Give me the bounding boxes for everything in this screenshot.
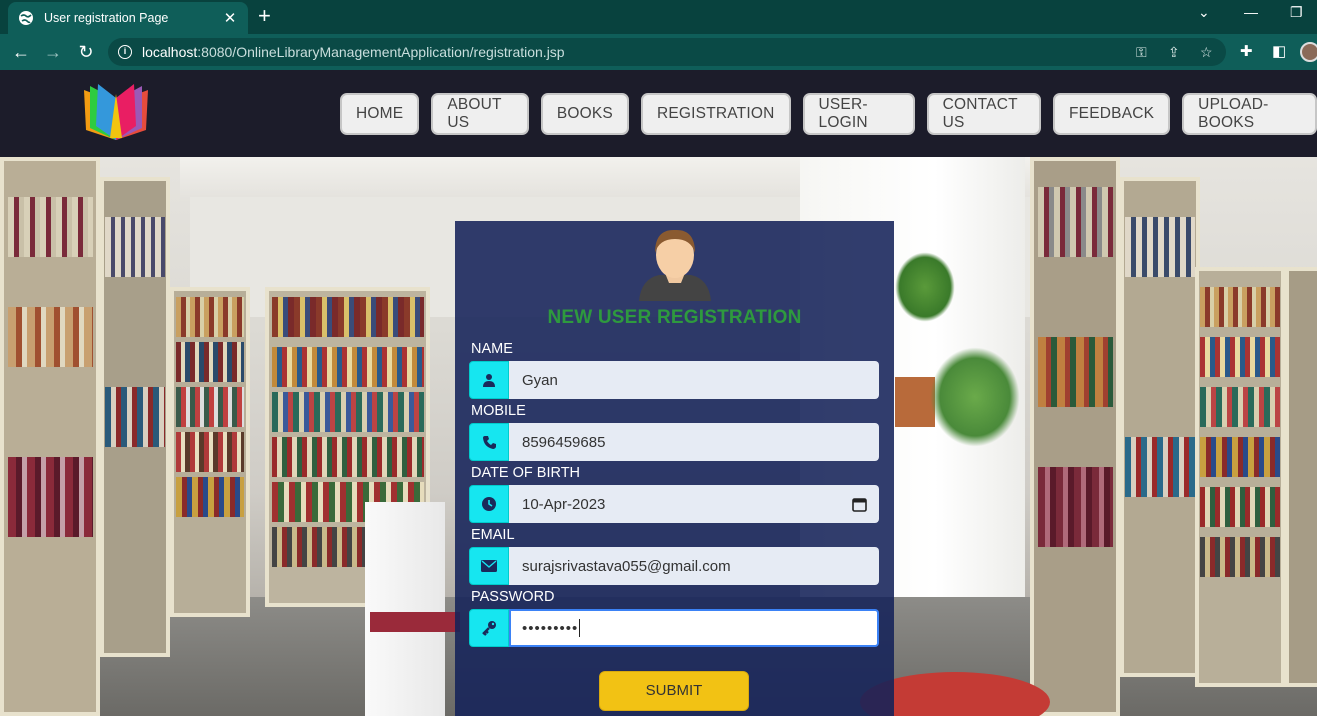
browser-tab-bar: User registration Page ✕ + ⌄ — ❐ (0, 0, 1317, 34)
address-bar[interactable]: i localhost:8080/OnlineLibraryManagement… (108, 38, 1226, 66)
user-avatar-icon (639, 229, 711, 301)
nav-home[interactable]: HOME (340, 93, 420, 135)
password-input[interactable]: ••••••••• (509, 609, 879, 647)
share-icon[interactable]: ⇪ (1168, 44, 1180, 61)
calendar-icon[interactable] (852, 497, 867, 512)
globe-icon (19, 11, 33, 25)
nav-feedback[interactable]: FEEDBACK (1053, 93, 1171, 135)
forward-icon[interactable]: → (42, 41, 64, 63)
dob-value: 10-Apr-2023 (522, 495, 606, 513)
key-icon[interactable]: ⚿ (1136, 44, 1147, 61)
side-panel-icon[interactable]: ◧ (1272, 42, 1286, 60)
tab-title: User registration Page (44, 11, 169, 25)
site-info-icon[interactable]: i (118, 45, 132, 59)
key-icon (469, 609, 509, 647)
new-tab-icon[interactable]: + (258, 5, 271, 27)
registration-form: NEW USER REGISTRATION NAME Gyan MOBILE 8… (455, 221, 894, 716)
bookmark-star-icon[interactable]: ☆ (1200, 44, 1213, 61)
book-logo-icon[interactable] (80, 82, 152, 144)
dob-input[interactable]: 10-Apr-2023 (509, 485, 879, 523)
profile-avatar[interactable] (1300, 42, 1317, 62)
name-label: NAME (471, 341, 513, 357)
nav-books[interactable]: BOOKS (540, 93, 629, 135)
password-label: PASSWORD (471, 589, 555, 605)
envelope-icon (469, 547, 509, 585)
nav-upload-books[interactable]: UPLOAD-BOOKS (1182, 93, 1317, 135)
user-icon (469, 361, 509, 399)
browser-tab[interactable]: User registration Page ✕ (8, 2, 248, 34)
site-header: HOME ABOUT US BOOKS REGISTRATION USER-LO… (0, 70, 1317, 157)
email-input[interactable]: surajsrivastava055@gmail.com (509, 547, 879, 585)
nav-about-us[interactable]: ABOUT US (431, 93, 529, 135)
mobile-field: 8596459685 (469, 423, 879, 461)
clock-icon (469, 485, 509, 523)
close-tab-icon[interactable]: ✕ (222, 9, 238, 27)
nav-contact-us[interactable]: CONTACT US (926, 93, 1042, 135)
name-field: Gyan (469, 361, 879, 399)
back-icon[interactable]: ← (10, 41, 32, 63)
password-field: ••••••••• (469, 609, 879, 647)
nav-registration[interactable]: REGISTRATION (640, 93, 791, 135)
minimize-icon[interactable]: — (1244, 4, 1258, 20)
reload-icon[interactable]: ↻ (75, 41, 97, 63)
main-nav: HOME ABOUT US BOOKS REGISTRATION USER-LO… (340, 93, 1317, 135)
restore-icon[interactable]: ❐ (1290, 4, 1303, 21)
extensions-icon[interactable]: ✚ (1240, 42, 1253, 60)
name-input[interactable]: Gyan (509, 361, 879, 399)
submit-button[interactable]: SUBMIT (599, 671, 749, 711)
browser-toolbar: ← → ↻ i localhost:8080/OnlineLibraryMana… (0, 34, 1317, 70)
form-title: NEW USER REGISTRATION (547, 307, 802, 328)
phone-icon (469, 423, 509, 461)
dob-label: DATE OF BIRTH (471, 465, 581, 481)
url-text: localhost:8080/OnlineLibraryManagementAp… (142, 44, 565, 60)
tab-search-icon[interactable]: ⌄ (1198, 4, 1210, 21)
text-cursor (579, 619, 581, 637)
email-field: surajsrivastava055@gmail.com (469, 547, 879, 585)
dob-field: 10-Apr-2023 (469, 485, 879, 523)
nav-user-login[interactable]: USER-LOGIN (802, 93, 915, 135)
mobile-input[interactable]: 8596459685 (509, 423, 879, 461)
mobile-label: MOBILE (471, 403, 526, 419)
password-value: ••••••••• (522, 619, 579, 637)
email-label: EMAIL (471, 527, 515, 543)
